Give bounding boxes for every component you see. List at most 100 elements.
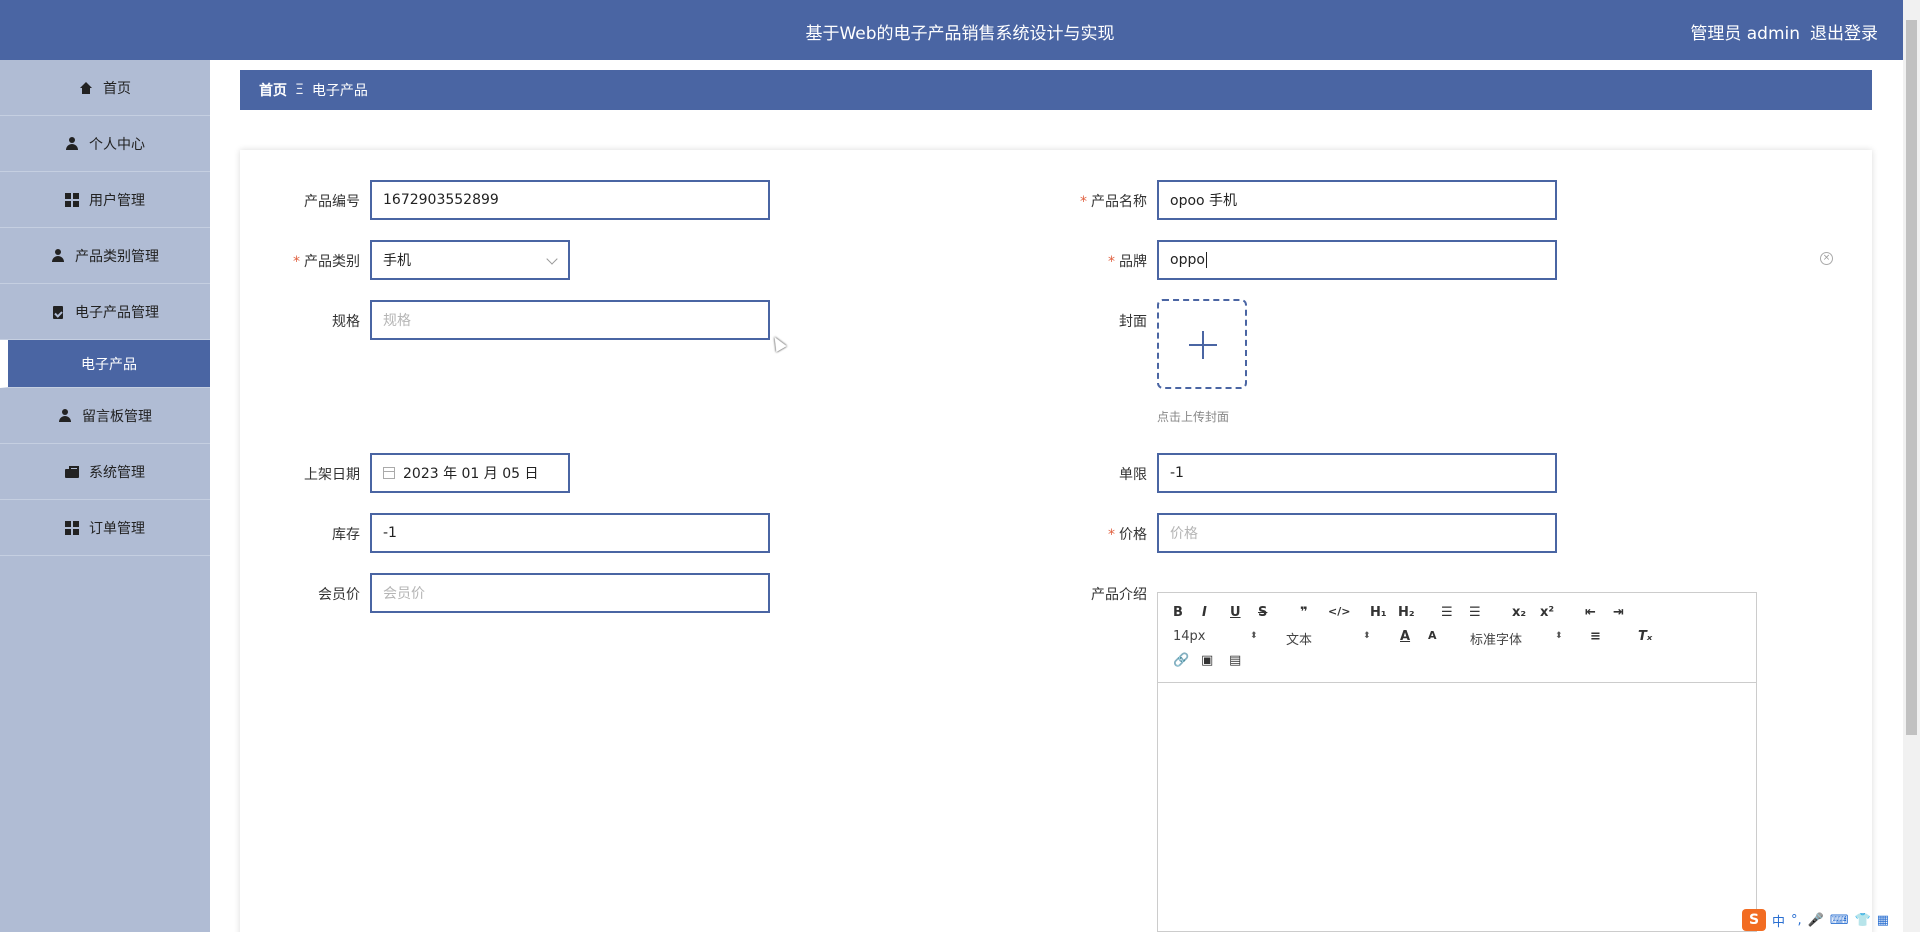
product-name-input[interactable]: opoo 手机 <box>1157 180 1557 220</box>
list-date-input[interactable]: 2023 年 01 月 05 日 <box>370 453 570 493</box>
sidebar: 首页 个人中心 用户管理 产品类别管理 电子产品管理 电子产品 留言板管理 系统… <box>0 60 210 932</box>
heading1-icon[interactable]: H₁ <box>1370 605 1387 620</box>
superscript-icon[interactable]: x² <box>1540 605 1554 620</box>
apps-icon[interactable]: ▦ <box>1877 913 1889 928</box>
brand-label: * 品牌 <box>1108 254 1147 270</box>
list-date-label: 上架日期 <box>304 467 360 483</box>
blockquote-icon[interactable]: ❞ <box>1300 605 1308 620</box>
scrollbar[interactable] <box>1903 0 1920 932</box>
cover-upload-hint: 点击上传封面 <box>1157 410 1230 424</box>
video-icon[interactable]: ▤ <box>1229 653 1241 668</box>
breadcrumb-separator: Ξ <box>295 82 304 98</box>
user-icon <box>65 136 79 151</box>
category-label: * 产品类别 <box>293 254 360 270</box>
member-price-label: 会员价 <box>318 587 360 603</box>
limit-input[interactable]: -1 <box>1157 453 1557 493</box>
sidebar-item-label: 系统管理 <box>89 464 145 481</box>
rich-text-editor[interactable]: B I U S ❞ </> H₁ H₂ ☰ ☰ x₂ x² ⇤ ⇥ 14px ⬍… <box>1157 592 1757 932</box>
font-color-icon[interactable]: A <box>1400 629 1410 644</box>
sidebar-item-orders[interactable]: 订单管理 <box>0 500 210 556</box>
ordered-list-icon[interactable]: ☰ <box>1441 605 1453 620</box>
strikethrough-icon[interactable]: S <box>1258 605 1267 620</box>
sidebar-item-category[interactable]: 产品类别管理 <box>0 228 210 284</box>
align-icon[interactable]: ≡ <box>1590 629 1601 644</box>
microphone-icon[interactable]: 🎤 <box>1808 913 1824 928</box>
scrollbar-thumb[interactable] <box>1906 20 1917 735</box>
sidebar-item-profile[interactable]: 个人中心 <box>0 116 210 172</box>
briefcase-icon <box>65 465 79 479</box>
italic-icon[interactable]: I <box>1202 605 1207 620</box>
limit-label: 单限 <box>1119 467 1147 483</box>
price-input[interactable]: 价格 <box>1157 513 1557 553</box>
font-family-arrow-icon: ⬍ <box>1555 631 1563 641</box>
top-header: 基于Web的电子产品销售系统设计与实现 管理员 admin 退出登录 <box>0 0 1920 60</box>
brand-input[interactable]: oppo <box>1157 240 1557 280</box>
spec-input[interactable]: 规格 <box>370 300 770 340</box>
sidebar-item-label: 订单管理 <box>89 520 145 537</box>
sidebar-item-label: 产品类别管理 <box>75 248 159 265</box>
font-size-arrow-icon: ⬍ <box>1250 631 1258 641</box>
grid-icon <box>65 520 79 535</box>
link-icon[interactable]: 🔗 <box>1173 653 1189 668</box>
bold-icon[interactable]: B <box>1173 605 1183 620</box>
spec-label: 规格 <box>332 314 360 330</box>
product-name-label: * 产品名称 <box>1080 194 1147 210</box>
sidebar-item-label: 电子产品管理 <box>75 304 159 321</box>
sidebar-item-label: 电子产品 <box>81 356 137 373</box>
font-size-select[interactable]: 14px <box>1173 629 1206 644</box>
calendar-icon <box>383 467 395 479</box>
punctuation-icon[interactable]: °, <box>1791 913 1802 928</box>
code-icon[interactable]: </> <box>1328 605 1350 618</box>
sidebar-item-label: 留言板管理 <box>82 408 152 425</box>
stock-input[interactable]: -1 <box>370 513 770 553</box>
outdent-icon[interactable]: ⇤ <box>1585 605 1596 620</box>
sidebar-subitem-products[interactable]: 电子产品 <box>0 340 210 388</box>
clipboard-icon <box>51 305 65 319</box>
admin-user-label: 管理员 admin <box>1690 24 1800 44</box>
sidebar-item-label: 个人中心 <box>89 136 145 153</box>
app-title: 基于Web的电子产品销售系统设计与实现 <box>805 24 1115 44</box>
member-price-input[interactable]: 会员价 <box>370 573 770 613</box>
grid-icon <box>65 192 79 207</box>
product-code-input[interactable]: 1672903552899 <box>370 180 770 220</box>
indent-icon[interactable]: ⇥ <box>1613 605 1624 620</box>
image-icon[interactable]: ▣ <box>1201 653 1213 668</box>
keyboard-icon[interactable]: ⌨ <box>1830 913 1849 928</box>
skin-icon[interactable]: 👕 <box>1855 913 1871 928</box>
clear-icon[interactable]: × <box>1820 252 1833 265</box>
ime-mode[interactable]: 中 <box>1772 911 1785 930</box>
user-icon <box>51 248 65 263</box>
bullet-list-icon[interactable]: ☰ <box>1469 605 1481 620</box>
background-color-icon[interactable]: A <box>1428 629 1437 642</box>
intro-label: 产品介绍 <box>1091 587 1147 603</box>
heading2-icon[interactable]: H₂ <box>1398 605 1415 620</box>
cover-upload-button[interactable] <box>1157 299 1247 389</box>
price-label: * 价格 <box>1108 527 1147 543</box>
sidebar-item-label: 首页 <box>103 80 131 97</box>
breadcrumb: 首页 Ξ 电子产品 <box>240 70 1872 110</box>
sidebar-item-users[interactable]: 用户管理 <box>0 172 210 228</box>
stock-label: 库存 <box>332 527 360 543</box>
user-icon <box>58 408 72 423</box>
user-area: 管理员 admin 退出登录 <box>1690 19 1878 44</box>
sidebar-item-home[interactable]: 首页 <box>0 60 210 116</box>
sidebar-item-messages[interactable]: 留言板管理 <box>0 388 210 444</box>
cover-label: 封面 <box>1119 314 1147 330</box>
text-type-select[interactable]: 文本 <box>1286 629 1312 648</box>
underline-icon[interactable]: U <box>1230 605 1241 620</box>
product-code-label: 产品编号 <box>304 194 360 210</box>
clear-format-icon[interactable]: Tₓ <box>1638 629 1652 644</box>
font-family-select[interactable]: 标准字体 <box>1470 629 1522 648</box>
ime-logo[interactable]: S <box>1742 909 1766 931</box>
ime-toolbar: S 中 °, 🎤 ⌨ 👕 ▦ <box>1742 908 1889 932</box>
breadcrumb-home[interactable]: 首页 <box>259 80 287 100</box>
sidebar-item-system[interactable]: 系统管理 <box>0 444 210 500</box>
sidebar-item-product-management[interactable]: 电子产品管理 <box>0 284 210 340</box>
subscript-icon[interactable]: x₂ <box>1512 605 1526 620</box>
editor-toolbar: B I U S ❞ </> H₁ H₂ ☰ ☰ x₂ x² ⇤ ⇥ 14px ⬍… <box>1158 593 1756 683</box>
sidebar-item-label: 用户管理 <box>89 192 145 209</box>
breadcrumb-current: 电子产品 <box>311 83 368 99</box>
logout-link[interactable]: 退出登录 <box>1810 19 1878 44</box>
category-select[interactable]: 手机 <box>370 240 570 280</box>
text-type-arrow-icon: ⬍ <box>1363 631 1371 641</box>
